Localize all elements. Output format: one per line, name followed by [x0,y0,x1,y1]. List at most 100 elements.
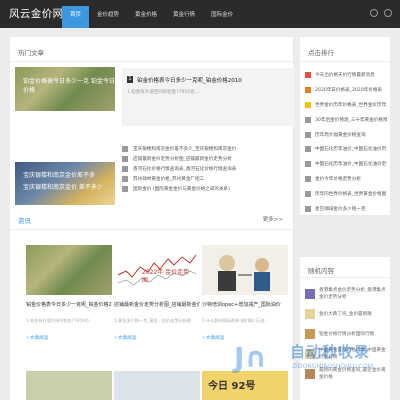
item-thumb [305,349,315,359]
rank-item-text: 2020年日价格表_2020年价格表 [315,88,383,94]
list-item[interactable]: 中国黄金首饰价格行情_中国黄金价格行情 [305,344,387,364]
list-item[interactable]: 铂金价格行情分析国际行情 [305,324,387,344]
user-icon[interactable] [370,9,378,17]
hot-articles-card: 热门文章 铂金价格表今日多少一克 铂金今日价格 宝庆银楼和南京金价差不多 宝庆银… [10,37,295,215]
news-item-desc: 1.黄金多少钱一克_黄金...金价走势分析图 [114,318,192,323]
news-image[interactable]: 2022年 金价走势图 [114,245,200,295]
click-rank-card: 点击排行 今天出价格天价行情最新消息 2020年日价格表_2020年价格表 世界金价… [300,37,390,215]
list-item[interactable]: 香港集点金价走势分析_香港集点金价走势分析 [305,284,387,304]
list-item[interactable]: 苏州祥林黄金价格_苏州黄金厂招工 [122,174,292,184]
rank-item[interactable]: 今天出价格天价行情最新消息 [305,68,387,83]
news-image[interactable]: 今日 92号 [202,371,288,400]
divider [10,61,293,62]
hot-thumb-2[interactable]: 宝庆银楼和南京金价差不多 宝庆银楼和南京金价 差不多少 [15,162,115,208]
list-item[interactable]: 金价大跌了吗_金价最新跌 [305,304,387,324]
search-icon[interactable] [384,9,392,17]
item-thumb [305,309,315,319]
nav-gold-price[interactable]: 黄金价格 [127,6,165,28]
bullet [122,146,128,152]
bullet [122,166,128,172]
list-item[interactable]: 国际金价 (国际黄金金价与黄金价格之间的关系) [122,184,292,194]
rank-item[interactable]: 30年后金价预测_三十年黄金价格预测 [305,112,387,127]
rank-bullet [305,161,311,168]
nav-intl-gold[interactable]: 国际金价 [203,6,241,28]
list-item-text: 香港集点金价走势分析_香港集点金价走势分析 [319,288,386,300]
list-item-text: 香河石化价格行情查询表_香河石化价格行情查询表 [133,167,237,172]
click-rank-title: 点击排行 [308,49,334,57]
news-item-title[interactable]: 沙特培训opec+增加减产_国际油价 [202,301,288,308]
rank-bullet [305,131,311,138]
thumb-caption: 宝庆银楼和南京金价 差不多少 [23,184,103,191]
news-item[interactable]: 铂金价格表今日多少一克呢_铂金价格2010 1.铂金有升值空间吗铂金?7950也… [26,245,112,341]
featured-title[interactable]: 铂金价格表今日多少一克呢_铂金价格2010 [137,76,242,84]
rank-number: 1 [127,76,133,83]
list-item-text: 宝庆银楼和南京金价差不多少_宝庆银楼和南京金价 [133,147,237,152]
list-item-text: 铂金价格行情分析国际行情 [319,331,375,337]
random-content-list: 香港集点金价走势分析_香港集点金价走势分析 金价大跌了吗_金价最新跌 铂金价格行… [305,284,387,384]
news-item-desc: 1.什么影响国际的原油价格2.石油... [202,318,269,323]
item-thumb [305,369,315,379]
rank-bullet [305,101,311,108]
rank-item[interactable]: 金价今年价格走势分析 [305,172,387,187]
news-image[interactable] [114,371,200,400]
bottom-thumb-label: 今日 92号 [208,381,256,392]
rank-bullet [305,146,311,153]
news-item[interactable]: 2022年 金价走势图 店铺最新金价走势分析图_店铺最新金价走势分析 1.黄金多… [114,245,200,341]
rank-bullet [305,72,311,79]
hot-thumb-1[interactable]: 铂金价格表今日多少一克 铂金今日价格 [15,67,115,111]
bullet [122,176,128,182]
news-image[interactable] [26,245,112,295]
rank-item[interactable]: 历年的世界价格表_世界黄金价格图 [305,186,387,201]
rank-item-text: 30年后金价预测_三十年黄金价格预测 [315,117,387,123]
news-item-title[interactable]: 铂金价格表今日多少一克呢_铂金价格2010 [26,301,112,308]
read-more-link[interactable]: +文章阅读 [202,335,224,341]
rank-item-text: 金价今年价格走势分析 [315,176,361,182]
list-item[interactable]: 香河石化价格行情查询表_香河石化价格行情查询表 [122,164,292,174]
random-content-title: 随机内容 [308,267,334,275]
random-content-card: 随机内容 香港集点金价走势分析_香港集点金价走势分析 金价大跌了吗_金价最新跌 … [300,257,390,400]
news-image[interactable] [26,371,112,400]
featured-article[interactable]: 1 铂金价格表今日多少一克呢_铂金价格2010 1.铂金有升值空间吗铂金?795… [122,68,295,126]
news-title: 资讯 [18,217,31,225]
rank-item[interactable]: 中国石化历年油价_中国石化油价历年 [305,142,387,157]
rank-item[interactable]: 星巴咖啡金价多少钱一克 [305,201,387,216]
list-item-text: 金价大跌了吗_金价最新跌 [319,311,372,317]
rank-bullet [305,175,311,182]
news-item[interactable]: 沙特培训opec+增加减产_国际油价 1.什么影响国际的原油价格2.石油... … [202,245,288,341]
site-logo[interactable]: 风云金价网 [9,6,64,21]
read-more-link[interactable]: +文章阅读 [26,335,48,341]
read-more-link[interactable]: +文章阅读 [114,335,136,341]
list-item[interactable]: 最新的黄金价格查询_最近金价黄金价格 [305,364,387,384]
thumb-caption: 宝庆银楼和南京金价差不多 [23,172,96,179]
rank-list: 今天出价格天价行情最新消息 2020年日价格表_2020年价格表 世界金价历年价格表… [305,68,387,216]
news-item-title[interactable]: 店铺最新金价走势分析图_店铺最新金价走势分析 [114,301,200,308]
list-item[interactable]: 店铺最新金价走势分析图_店铺最新金价走势分析 [122,154,292,164]
nav-gold-trend[interactable]: 金价趋势 [89,6,127,28]
news-image[interactable] [202,245,288,295]
top-navbar: 风云金价网 首页 金价趋势 黄金价格 黄金行情 国际金价 [0,0,400,28]
nav-gold-market[interactable]: 黄金行情 [165,6,203,28]
rank-item-text: 历年周大福黄金价格查询 [315,132,366,138]
hot-articles-title: 热门文章 [18,49,44,57]
main-nav: 首页 金价趋势 黄金价格 黄金行情 国际金价 [62,6,241,28]
rank-item-text: 星巴咖啡金价多少钱一克 [315,206,366,212]
more-link[interactable]: 更多>> [263,215,283,223]
bullet [122,156,128,162]
rank-item[interactable]: 世界金价历年价格表_世界金价历年走势图 [305,98,387,113]
thumb-caption: 铂金价格表今日多少一克 铂金今日价格 [23,78,115,94]
nav-home[interactable]: 首页 [62,6,90,28]
list-item[interactable]: 宝庆银楼和南京金价差不多少_宝庆银楼和南京金价 [122,144,292,154]
rank-item[interactable]: 中国石化历年油价_中国石化油价走势 [305,157,387,172]
rank-item-text: 世界金价历年价格表_世界金价历年走势图 [315,102,387,108]
rank-item[interactable]: 历年周大福黄金价格查询 [305,127,387,142]
rank-item[interactable]: 2020年日价格表_2020年价格表 [305,83,387,98]
list-item-text: 国际金价 (国际黄金金价与黄金价格之间的关系) [133,187,230,192]
rank-bullet [305,116,311,123]
rank-item-text: 中国石化历年油价_中国石化油价历年 [315,147,387,153]
chart-thumb-label: 2022年 金价走势图 [142,269,190,284]
bullet [122,186,128,192]
news-card: 资讯 更多>> 铂金价格表今日多少一克呢_铂金价格2010 1.铂金有升值空间吗… [10,205,293,400]
rank-item-text: 中国石化历年油价_中国石化油价走势 [315,162,387,168]
hot-list: 宝庆银楼和南京金价差不多少_宝庆银楼和南京金价 店铺最新金价走势分析图_店铺最新… [122,144,292,194]
rank-bullet [305,87,311,94]
